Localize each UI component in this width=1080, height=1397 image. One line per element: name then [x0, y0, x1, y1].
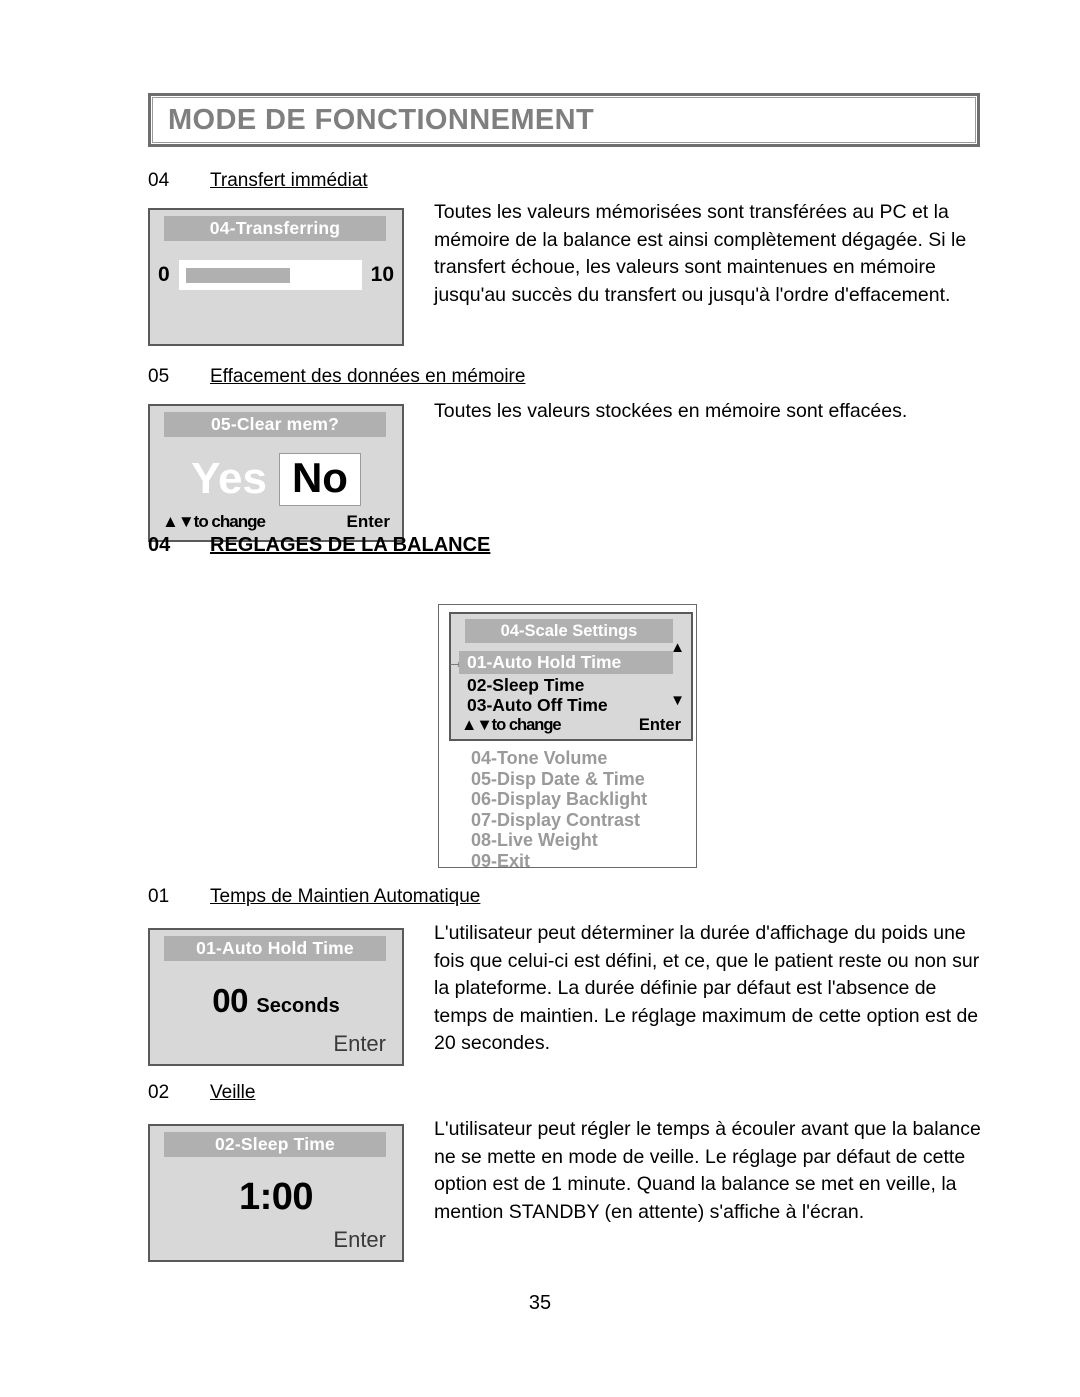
paragraph-transfert: Toutes les valeurs mémorisées sont trans… [434, 201, 967, 306]
hint-enter: Enter [638, 716, 681, 734]
progress-fill [185, 267, 291, 283]
lcd-sleep-time-panel: 02-Sleep Time 1:00 Enter [148, 1124, 404, 1262]
dimmed-item[interactable]: 07-Display Contrast [471, 810, 647, 831]
progress-min-label: 0 [158, 263, 170, 286]
lcd-transferring-panel: 04-Transferring 0 10 [148, 208, 404, 346]
section-number: 05 [148, 366, 170, 387]
progress-row: 0 10 [158, 258, 394, 292]
hint-enter: Enter [333, 1227, 386, 1252]
paragraph-effacement: Toutes les valeurs stockées en mémoire s… [434, 400, 908, 422]
hint-enter: Enter [346, 512, 390, 531]
page-header-banner: MODE DE FONCTIONNEMENT [148, 93, 980, 147]
section-title: Temps de Maintien Automatique [210, 886, 481, 907]
auto-hold-unit: Seconds [256, 995, 340, 1017]
lcd-clear-mem-panel: 05-Clear mem? Yes No ▲▼to change Enter [148, 404, 404, 542]
section-number: 02 [148, 1082, 170, 1103]
menu-item-selected[interactable]: 01-Auto Hold Time [459, 651, 673, 674]
dimmed-item[interactable]: 06-Display Backlight [471, 789, 647, 810]
page-number: 35 [528, 1292, 552, 1314]
section-title: Effacement des données en mémoire [210, 366, 526, 387]
lcd-auto-hold-panel: 01-Auto Hold Time 00 Seconds Enter [148, 928, 404, 1066]
paragraph-veille: L'utilisateur peut régler le temps à éco… [434, 1118, 981, 1223]
option-no-selected[interactable]: No [278, 452, 361, 506]
section-heading-auto-hold: 01 Temps de Maintien Automatique [148, 886, 480, 908]
option-yes[interactable]: Yes [191, 457, 279, 501]
hint-updown-to-change: ▲▼to change [162, 512, 266, 531]
section-number: 04 [148, 170, 170, 191]
document-page: MODE DE FONCTIONNEMENT 04 Transfert immé… [0, 0, 1080, 1397]
auto-hold-value-row: 00 Seconds [150, 982, 402, 1020]
paragraph-auto-hold: L'utilisateur peut déterminer la durée d… [434, 922, 980, 1054]
menu-item[interactable]: 03-Auto Off Time [467, 695, 608, 716]
yes-no-row: Yes No [150, 451, 402, 507]
section-title: Transfert immédiat [210, 170, 368, 191]
lcd-clear-mem-title: 05-Clear mem? [164, 412, 386, 437]
lcd-scale-settings-title: 04-Scale Settings [465, 619, 673, 643]
lcd-scale-settings-panel: 04-Scale Settings ▲ → 01-Auto Hold Time … [445, 612, 693, 741]
section-heading-transfert: 04 Transfert immédiat [148, 170, 368, 192]
lcd-clear-mem-footer: ▲▼to change Enter [162, 512, 390, 532]
section-number: 01 [148, 886, 170, 907]
section-title: REGLAGES DE LA BALANCE [210, 534, 491, 556]
menu-item[interactable]: 02-Sleep Time [467, 675, 584, 696]
auto-hold-value[interactable]: 00 [212, 982, 248, 1019]
dimmed-item[interactable]: 05-Disp Date & Time [471, 769, 647, 790]
page-title: MODE DE FONCTIONNEMENT [168, 103, 595, 136]
page-header-inner: MODE DE FONCTIONNEMENT [152, 97, 976, 143]
progress-max-label: 10 [370, 263, 394, 286]
scale-settings-dimmed-list: 04-Tone Volume 05-Disp Date & Time 06-Di… [471, 748, 647, 871]
hint-updown-to-change: ▲▼to change [461, 716, 562, 734]
dimmed-item[interactable]: 04-Tone Volume [471, 748, 647, 769]
section-heading-veille: 02 Veille [148, 1082, 255, 1104]
lcd-sleep-time-title: 02-Sleep Time [164, 1132, 386, 1157]
section-heading-effacement: 05 Effacement des données en mémoire [148, 366, 525, 388]
section-number: 04 [148, 534, 171, 556]
progress-track [178, 260, 362, 290]
sleep-time-value-row: 1:00 [150, 1176, 402, 1219]
scroll-down-icon[interactable]: ▼ [670, 693, 685, 708]
sleep-time-value[interactable]: 1:00 [239, 1176, 314, 1218]
dimmed-item[interactable]: 08-Live Weight [471, 830, 647, 851]
dimmed-item[interactable]: 09-Exit [471, 851, 647, 872]
hint-enter: Enter [333, 1031, 386, 1056]
lcd-scale-settings-footer: ▲▼to change Enter [461, 716, 681, 735]
lcd-auto-hold-title: 01-Auto Hold Time [164, 936, 386, 961]
section-heading-reglages: 04 REGLAGES DE LA BALANCE [148, 534, 490, 557]
section-title: Veille [210, 1082, 256, 1103]
lcd-scale-settings-composite: 04-Tone Volume 05-Disp Date & Time 06-Di… [435, 604, 697, 871]
lcd-transferring-title: 04-Transferring [164, 216, 386, 241]
